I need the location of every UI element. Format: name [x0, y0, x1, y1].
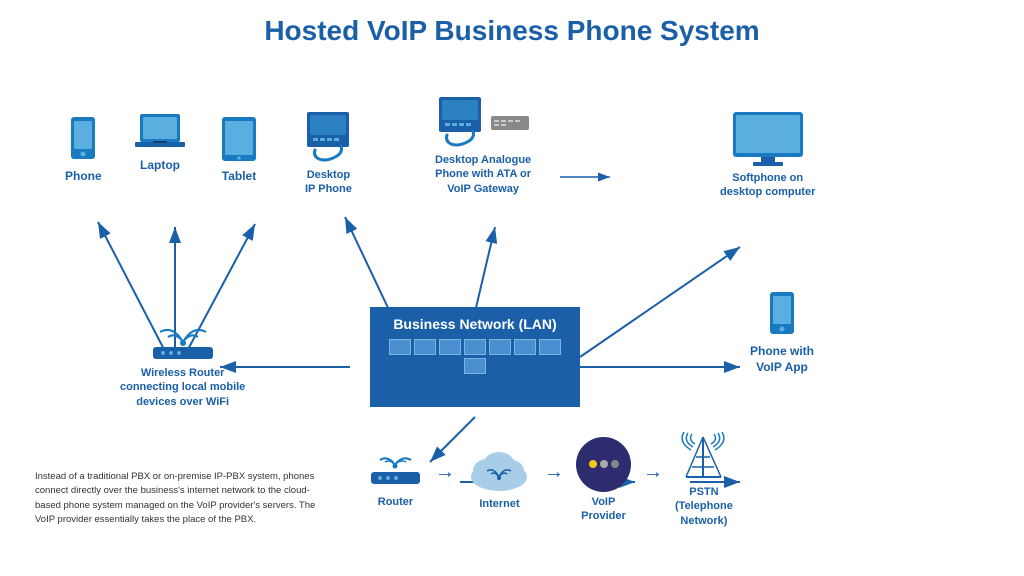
phone-device: Phone: [65, 117, 102, 185]
bottom-voip-provider: VoIPProvider: [576, 437, 631, 524]
biz-window-6: [514, 339, 536, 355]
business-network-label: Business Network (LAN): [393, 315, 556, 333]
ata-device-icon: [491, 113, 529, 133]
internet-label: Internet: [479, 497, 519, 511]
voip-app-phone-device: Phone withVoIP App: [750, 292, 814, 375]
voip-provider-label: VoIPProvider: [581, 495, 626, 524]
laptop-label: Laptop: [140, 158, 180, 174]
biz-window-5: [489, 339, 511, 355]
wireless-router-label: Wireless Routerconnecting local mobilede…: [120, 366, 245, 409]
voip-provider-circle: [576, 437, 631, 492]
tablet-icon: [220, 117, 258, 165]
wireless-router-device: Wireless Routerconnecting local mobilede…: [120, 317, 245, 409]
monitor-icon: [733, 112, 803, 167]
wireless-router-icon: [148, 317, 218, 362]
info-text: Instead of a traditional PBX or on-premi…: [35, 471, 315, 525]
bottom-internet: Internet: [467, 449, 532, 511]
desktop-ip-phone-device: DesktopIP Phone: [305, 112, 352, 197]
bottom-router: Router: [368, 450, 423, 509]
voip-provider-dots: [589, 460, 619, 468]
biz-window-8: [464, 358, 486, 374]
biz-window-3: [439, 339, 461, 355]
biz-window-1: [389, 339, 411, 355]
phone-label: Phone: [65, 169, 102, 185]
pstn-tower-icon: [676, 432, 731, 482]
desktop-analogue-label: Desktop AnaloguePhone with ATA orVoIP Ga…: [435, 153, 531, 196]
softphone-device: Softphone ondesktop computer: [720, 112, 815, 200]
page-title: Hosted VoIP Business Phone System: [20, 10, 1004, 47]
internet-cloud-icon: [467, 449, 532, 494]
voip-to-pstn-arrow: →: [643, 461, 663, 484]
bottom-pstn: PSTN(TelephoneNetwork): [675, 432, 733, 528]
tablet-device: Tablet: [220, 117, 258, 185]
biz-window-2: [414, 339, 436, 355]
diagram-area: Phone Laptop Tablet: [20, 57, 1004, 547]
biz-window-4: [464, 339, 486, 355]
router-icon: [368, 450, 423, 492]
desktop-ip-phone-icon: [305, 112, 351, 164]
internet-to-voip-arrow: →: [544, 461, 564, 484]
analogue-phone-icon: [437, 97, 483, 149]
bottom-flow: Router → Internet →: [368, 432, 733, 528]
laptop-device: Laptop: [135, 112, 185, 174]
phone-icon: [67, 117, 99, 165]
voip-app-icon: [766, 292, 798, 340]
router-label: Router: [378, 495, 413, 509]
main-container: Hosted VoIP Business Phone System: [0, 0, 1024, 576]
business-network-box: Business Network (LAN): [370, 307, 580, 407]
biz-window-7: [539, 339, 561, 355]
dot-gray2: [611, 460, 619, 468]
pstn-label: PSTN(TelephoneNetwork): [675, 485, 733, 528]
desktop-ip-label: DesktopIP Phone: [305, 168, 352, 197]
dot-gray1: [600, 460, 608, 468]
lan-building-windows: [385, 339, 565, 374]
laptop-icon: [135, 112, 185, 154]
desktop-analogue-device: Desktop AnaloguePhone with ATA orVoIP Ga…: [435, 97, 531, 196]
tablet-label: Tablet: [222, 169, 256, 185]
voip-app-label: Phone withVoIP App: [750, 344, 814, 375]
router-to-internet-arrow: →: [435, 461, 455, 484]
dot-yellow: [589, 460, 597, 468]
softphone-label: Softphone ondesktop computer: [720, 171, 815, 200]
info-text-box: Instead of a traditional PBX or on-premi…: [35, 470, 325, 527]
